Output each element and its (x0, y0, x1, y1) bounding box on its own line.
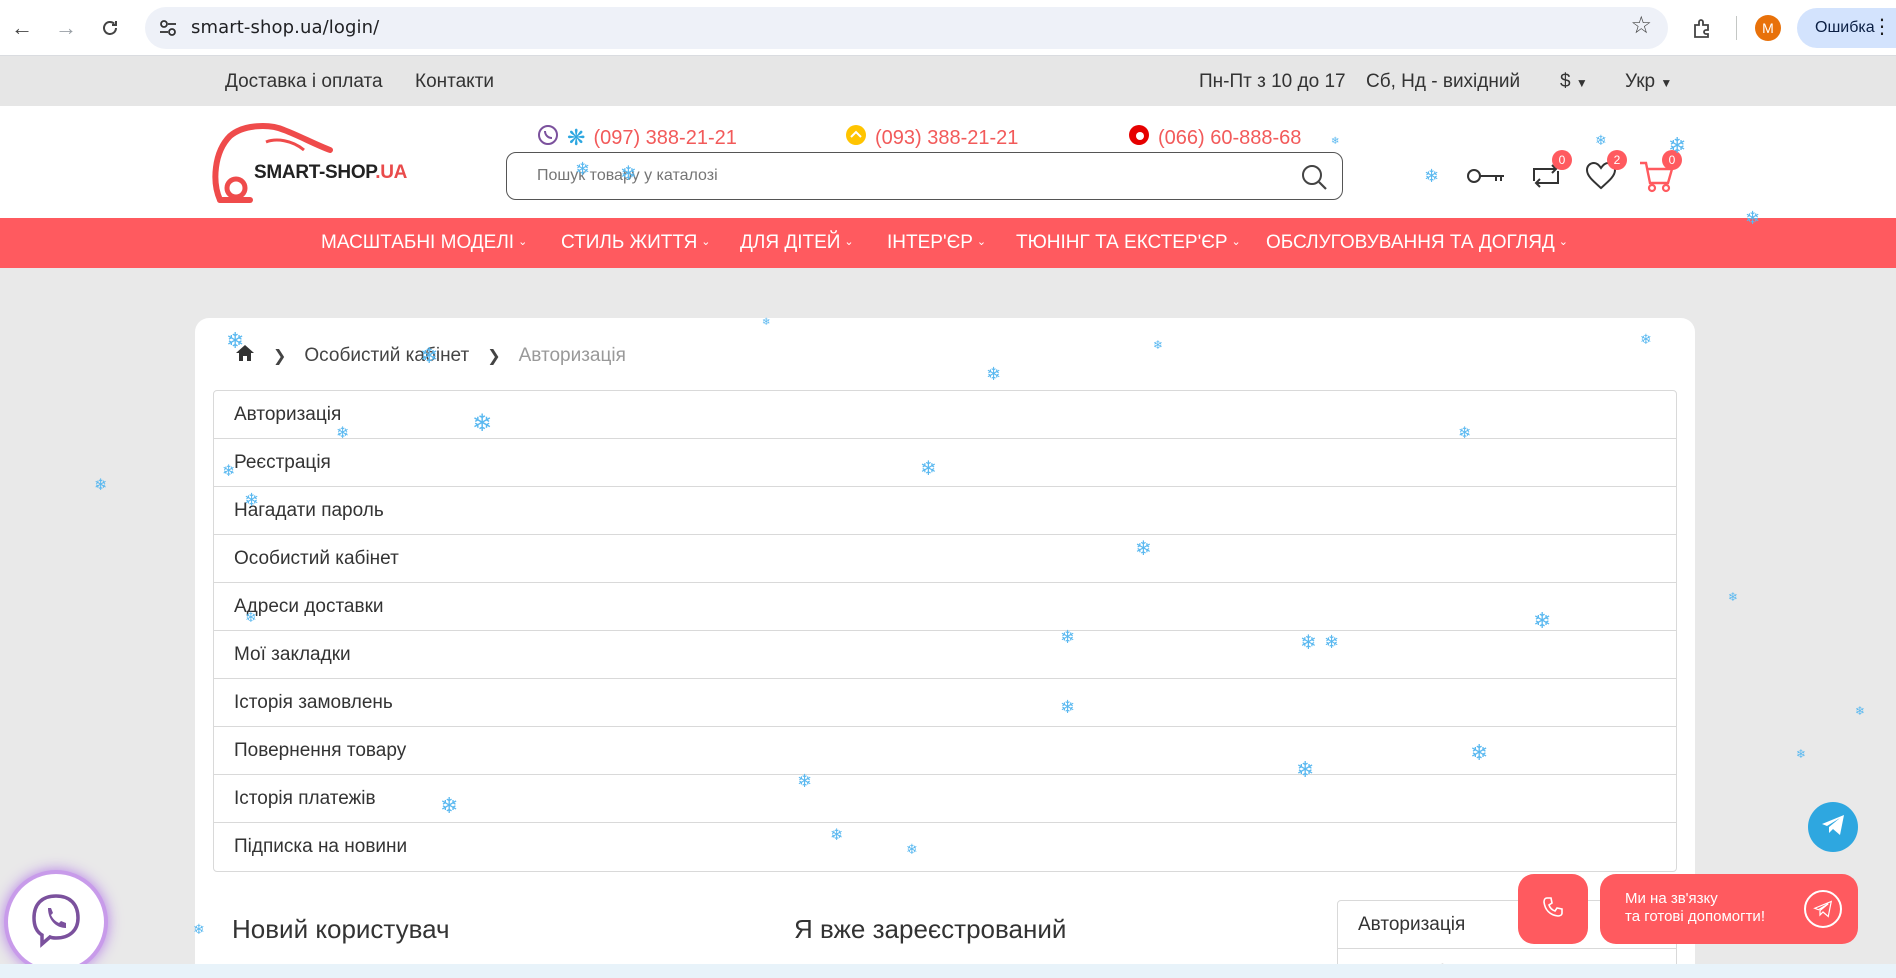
extensions-icon[interactable] (1688, 14, 1716, 42)
contact-widget[interactable]: Ми на зв'язку та готові допомогти! (1600, 874, 1858, 944)
language-select[interactable]: Укр ▼ (1625, 71, 1672, 93)
snowflake-icon: ❄ (1728, 590, 1739, 604)
contacts-link[interactable]: Контакти (415, 71, 494, 93)
profile-avatar[interactable]: M (1755, 15, 1781, 41)
error-button[interactable]: Ошибка ⋮ (1797, 8, 1896, 48)
contact-widget-text: Ми на зв'язку та готові допомогти! (1625, 890, 1765, 925)
site-header: SMART-SHOP.UA ❋ (097) 388-21-21 (093) 38… (0, 106, 1896, 218)
account-menu-forgot-password[interactable]: Нагадати пароль (214, 487, 1676, 535)
menu-lifestyle[interactable]: СТИЛЬ ЖИТТЯ ⌄ (561, 232, 711, 254)
toolbar-divider (1736, 16, 1737, 40)
account-menu-wishlist[interactable]: Мої закладки (214, 631, 1676, 679)
currency-value: $ (1560, 71, 1571, 92)
lifecell-icon (845, 124, 867, 152)
phone-number: (093) 388-21-21 (875, 126, 1019, 149)
chevron-down-icon: ⌄ (844, 236, 854, 248)
viber-icon (537, 124, 559, 152)
url-text[interactable]: smart-shop.ua/login/ (191, 17, 379, 38)
search-icon[interactable] (1300, 163, 1328, 191)
cart-count-badge: 0 (1662, 150, 1682, 170)
menu-tuning[interactable]: ТЮНІНГ ТА ЕКСТЕР'ЄР ⌄ (1016, 232, 1241, 254)
breadcrumb: ❯ Особистий кабінет ❯ Авторизація (235, 344, 626, 368)
account-menu-register[interactable]: Реєстрація (214, 439, 1676, 487)
snowflake-icon: ❄ (1796, 747, 1807, 761)
account-menu-account[interactable]: Особистий кабінет (214, 535, 1676, 583)
currency-select[interactable]: $ ▼ (1560, 71, 1588, 93)
account-menu-orders[interactable]: Історія замовлень (214, 679, 1676, 727)
hours-weekend: Сб, Нд - вихідний (1366, 71, 1521, 92)
forward-icon[interactable]: → (52, 14, 80, 42)
home-icon[interactable] (235, 344, 255, 368)
wishlist-heart-icon[interactable]: 2 (1581, 150, 1627, 196)
breadcrumb-account[interactable]: Особистий кабінет (304, 345, 469, 367)
account-menu-returns[interactable]: Повернення товару (214, 727, 1676, 775)
phone-number: (066) 60-888-68 (1158, 126, 1302, 149)
account-menu-transactions[interactable]: Історія платежів (214, 775, 1676, 823)
caret-down-icon: ▼ (1660, 76, 1673, 90)
viber-button[interactable] (8, 874, 104, 970)
back-icon[interactable]: ← (8, 14, 36, 42)
search-box (506, 152, 1343, 200)
reload-icon[interactable] (96, 14, 124, 42)
telegram-icon (1804, 890, 1842, 928)
vodafone-icon (1128, 124, 1150, 152)
menu-kebab-icon[interactable]: ⋮ (1872, 17, 1892, 37)
address-bar[interactable]: smart-shop.ua/login/ ☆ (145, 7, 1668, 49)
site-logo[interactable]: SMART-SHOP.UA (210, 122, 410, 208)
chevron-down-icon: ⌄ (518, 236, 528, 248)
logo-text: SMART-SHOP.UA (254, 162, 408, 183)
delivery-link[interactable]: Доставка і оплата (225, 71, 383, 93)
account-menu-list: Авторизація Реєстрація Нагадати пароль О… (213, 390, 1677, 872)
language-value: Укр (1625, 71, 1656, 92)
breadcrumb-current: Авторизація (518, 345, 626, 366)
menu-service[interactable]: ОБСЛУГОВУВАННЯ ТА ДОГЛЯД ⌄ (1266, 232, 1568, 254)
snow-drift-decoration (0, 964, 1896, 978)
account-menu-login[interactable]: Авторизація (214, 391, 1676, 439)
chevron-down-icon: ⌄ (976, 236, 987, 248)
phone-lifecell[interactable]: (093) 388-21-21 (845, 124, 1018, 152)
content-card: ❯ Особистий кабінет ❯ Авторизація Автори… (195, 318, 1695, 978)
bookmark-star-icon[interactable]: ☆ (1630, 14, 1652, 38)
kyivstar-icon: ❋ (567, 125, 586, 150)
snowflake-icon: ❄ (1855, 704, 1866, 718)
error-label: Ошибка (1815, 19, 1875, 36)
chevron-right-icon: ❯ (273, 348, 287, 365)
menu-kids[interactable]: ДЛЯ ДІТЕЙ ⌄ (740, 232, 854, 254)
account-menu-newsletter[interactable]: Підписка на новини (214, 823, 1676, 871)
phone-kyivstar[interactable]: ❋ (097) 388-21-21 (537, 124, 737, 152)
new-customer-title: Новий користувач (232, 914, 450, 944)
phone-vodafone[interactable]: (066) 60-888-68 (1128, 124, 1301, 152)
caret-down-icon: ▼ (1575, 76, 1588, 90)
chevron-down-icon: ⌄ (1558, 236, 1569, 248)
menu-interior[interactable]: ІНТЕР'ЄР ⌄ (887, 232, 986, 254)
site-settings-icon[interactable] (157, 17, 179, 39)
chevron-down-icon: ⌄ (701, 236, 711, 248)
login-key-icon[interactable] (1466, 156, 1506, 196)
chevron-down-icon: ⌄ (1231, 236, 1241, 248)
snowflake-icon: ❄ (94, 477, 108, 494)
category-menu: МАСШТАБНІ МОДЕЛІ ⌄ СТИЛЬ ЖИТТЯ ⌄ ДЛЯ ДІТЕЙ… (0, 218, 1896, 268)
search-input[interactable] (537, 167, 1237, 185)
compare-icon[interactable]: 0 (1526, 150, 1572, 196)
call-button[interactable] (1518, 874, 1588, 944)
compare-count-badge: 0 (1552, 150, 1572, 170)
phone-icon (1542, 896, 1564, 923)
telegram-button[interactable] (1808, 802, 1858, 852)
account-menu-addresses[interactable]: Адреси доставки (214, 583, 1676, 631)
browser-toolbar: ← → smart-shop.ua/login/ ☆ M Ошибка ⋮ (0, 0, 1896, 56)
cart-icon[interactable]: 0 (1636, 150, 1682, 196)
top-info-bar: Доставка і оплата Контакти Пн-Пт з 10 до… (0, 56, 1896, 106)
viber-icon (28, 892, 84, 953)
menu-scale-models[interactable]: МАСШТАБНІ МОДЕЛІ ⌄ (321, 232, 527, 254)
chevron-right-icon: ❯ (487, 348, 501, 365)
wishlist-count-badge: 2 (1607, 150, 1627, 170)
phone-number: (097) 388-21-21 (593, 126, 737, 149)
telegram-icon (1820, 813, 1846, 842)
returning-customer-title: Я вже зареєстрований (794, 914, 1067, 944)
hours-weekdays: Пн-Пт з 10 до 17 (1199, 71, 1346, 92)
